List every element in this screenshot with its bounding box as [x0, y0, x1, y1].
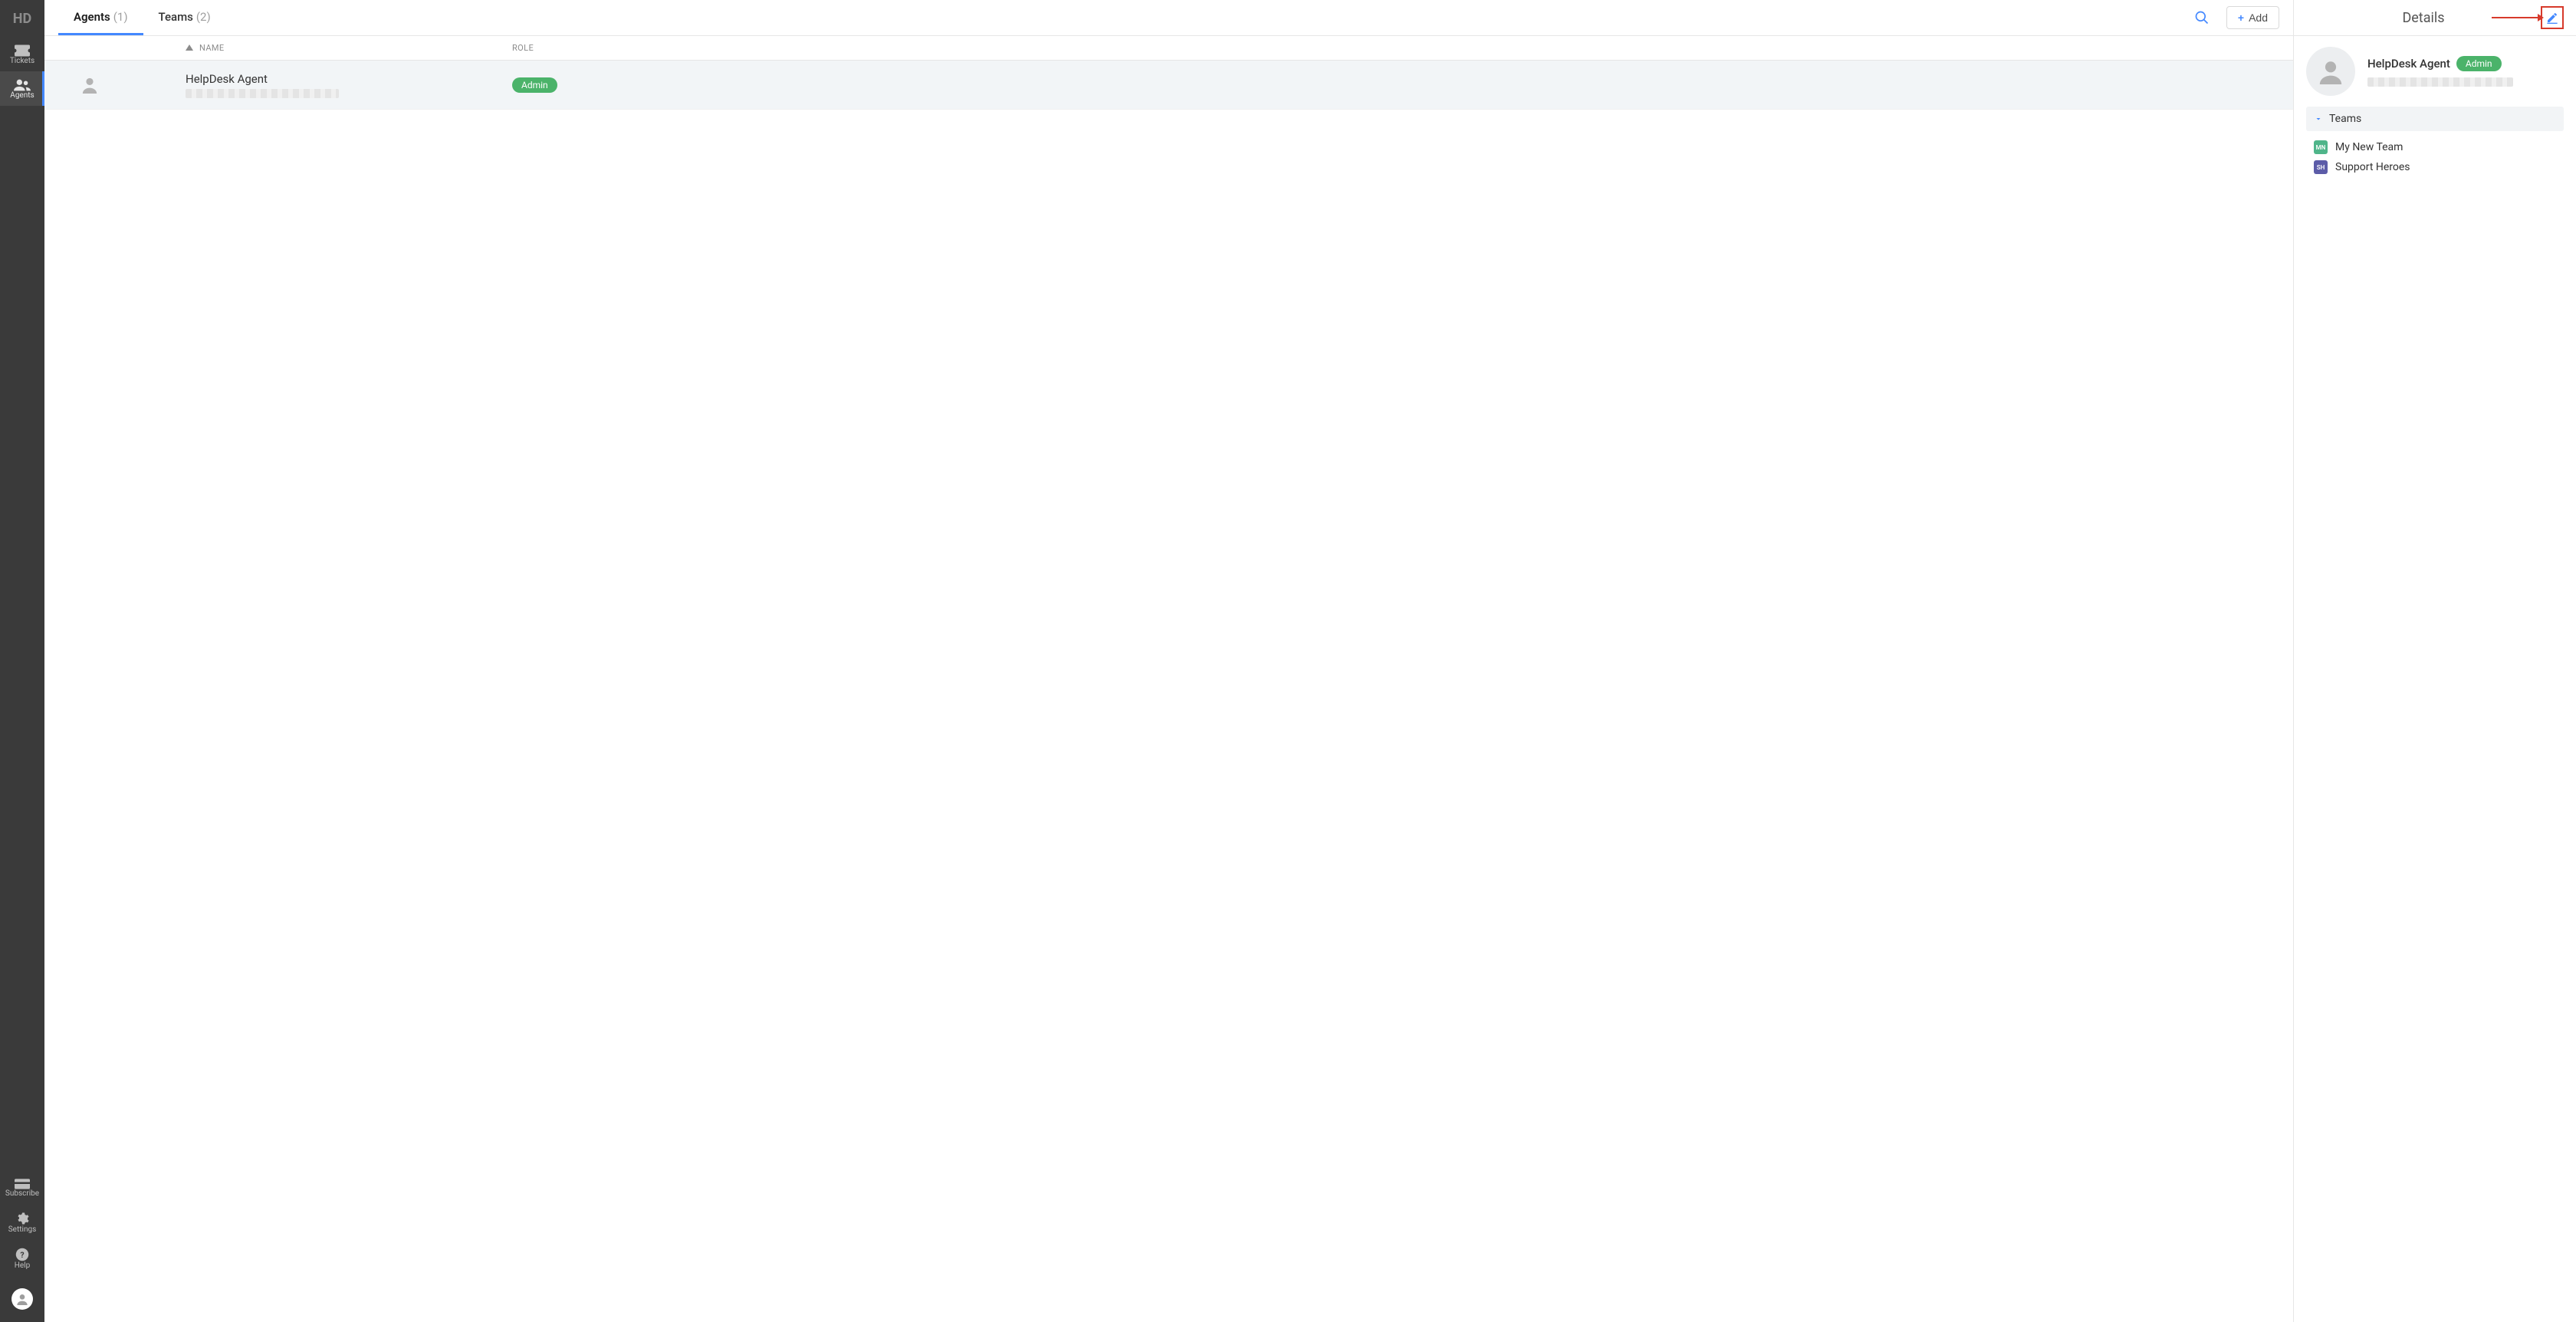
sidebar-item-label: Subscribe: [5, 1189, 39, 1198]
team-name: My New Team: [2335, 141, 2403, 153]
agent-meta: HelpDesk Agent Admin: [2367, 56, 2564, 87]
role-badge: Admin: [512, 77, 557, 93]
help-icon: ?: [15, 1248, 29, 1261]
column-label: ROLE: [512, 43, 534, 53]
card-icon: [15, 1179, 30, 1189]
person-icon: [16, 1293, 28, 1305]
content-pane: Agents (1) Teams (2) + Add N: [44, 0, 2294, 1322]
edit-button[interactable]: [2541, 6, 2564, 29]
person-icon: [81, 77, 98, 94]
sidebar-item-settings[interactable]: Settings: [0, 1204, 44, 1240]
table-row[interactable]: HelpDesk Agent Admin: [44, 61, 2293, 110]
row-avatar: [44, 77, 135, 94]
tab-label: Agents: [74, 10, 110, 24]
sidebar-item-tickets[interactable]: Tickets: [0, 37, 44, 71]
tab-count: (2): [196, 10, 211, 24]
tabs-bar: Agents (1) Teams (2) + Add: [44, 0, 2293, 36]
left-sidebar: HD Tickets Agents Subscribe Settings ? H…: [0, 0, 44, 1322]
team-item[interactable]: SH Support Heroes: [2306, 157, 2564, 177]
add-button-label: Add: [2249, 12, 2268, 24]
plus-icon: +: [2238, 12, 2244, 24]
tab-teams[interactable]: Teams (2): [143, 0, 226, 35]
ticket-icon: [15, 44, 30, 57]
person-icon: [2318, 58, 2344, 84]
sidebar-item-agents[interactable]: Agents: [0, 71, 44, 106]
teams-section-header[interactable]: Teams: [2306, 107, 2564, 131]
details-header: Details: [2294, 0, 2576, 36]
agent-name: HelpDesk Agent: [2367, 57, 2450, 71]
sidebar-item-help[interactable]: ? Help: [0, 1240, 44, 1276]
agent-name: HelpDesk Agent: [186, 72, 512, 86]
search-button[interactable]: [2188, 4, 2216, 31]
agent-avatar: [2306, 47, 2355, 96]
main-area: Agents (1) Teams (2) + Add N: [44, 0, 2576, 1322]
chevron-down-icon: [2314, 114, 2323, 123]
search-icon: [2194, 10, 2210, 25]
team-chip: SH: [2314, 160, 2328, 174]
brand-logo: HD: [0, 0, 44, 37]
team-chip: MN: [2314, 140, 2328, 154]
column-label: NAME: [199, 43, 225, 53]
agent-email-redacted: [186, 89, 339, 98]
details-title: Details: [2306, 10, 2541, 26]
details-panel: Details HelpDesk Agent Admin Teams: [2294, 0, 2576, 1322]
people-icon: [14, 79, 31, 91]
sidebar-item-label: Agents: [10, 91, 34, 100]
team-item[interactable]: MN My New Team: [2306, 137, 2564, 157]
sidebar-item-label: Tickets: [10, 57, 34, 65]
tab-label: Teams: [159, 10, 193, 24]
add-button[interactable]: + Add: [2226, 6, 2279, 29]
teams-list: MN My New Team SH Support Heroes: [2294, 131, 2576, 183]
profile-avatar[interactable]: [12, 1288, 33, 1310]
sidebar-item-subscribe[interactable]: Subscribe: [0, 1171, 44, 1204]
sort-asc-icon: [186, 43, 193, 53]
column-header-role[interactable]: ROLE: [512, 43, 2293, 53]
gear-icon: [15, 1212, 29, 1225]
agent-summary: HelpDesk Agent Admin: [2294, 36, 2576, 107]
tab-agents[interactable]: Agents (1): [58, 0, 143, 35]
tab-count: (1): [113, 10, 128, 24]
svg-text:?: ?: [20, 1250, 24, 1260]
agent-email-redacted: [2367, 77, 2513, 87]
teams-section-label: Teams: [2329, 113, 2361, 125]
column-header-name[interactable]: NAME: [135, 43, 512, 53]
role-badge: Admin: [2456, 56, 2502, 71]
sidebar-item-label: Settings: [8, 1225, 37, 1234]
team-name: Support Heroes: [2335, 161, 2410, 173]
row-name-cell: HelpDesk Agent: [135, 72, 512, 98]
sidebar-item-label: Help: [15, 1261, 30, 1270]
row-role-cell: Admin: [512, 77, 2293, 93]
pencil-icon: [2546, 12, 2558, 24]
table-header: NAME ROLE: [44, 36, 2293, 61]
